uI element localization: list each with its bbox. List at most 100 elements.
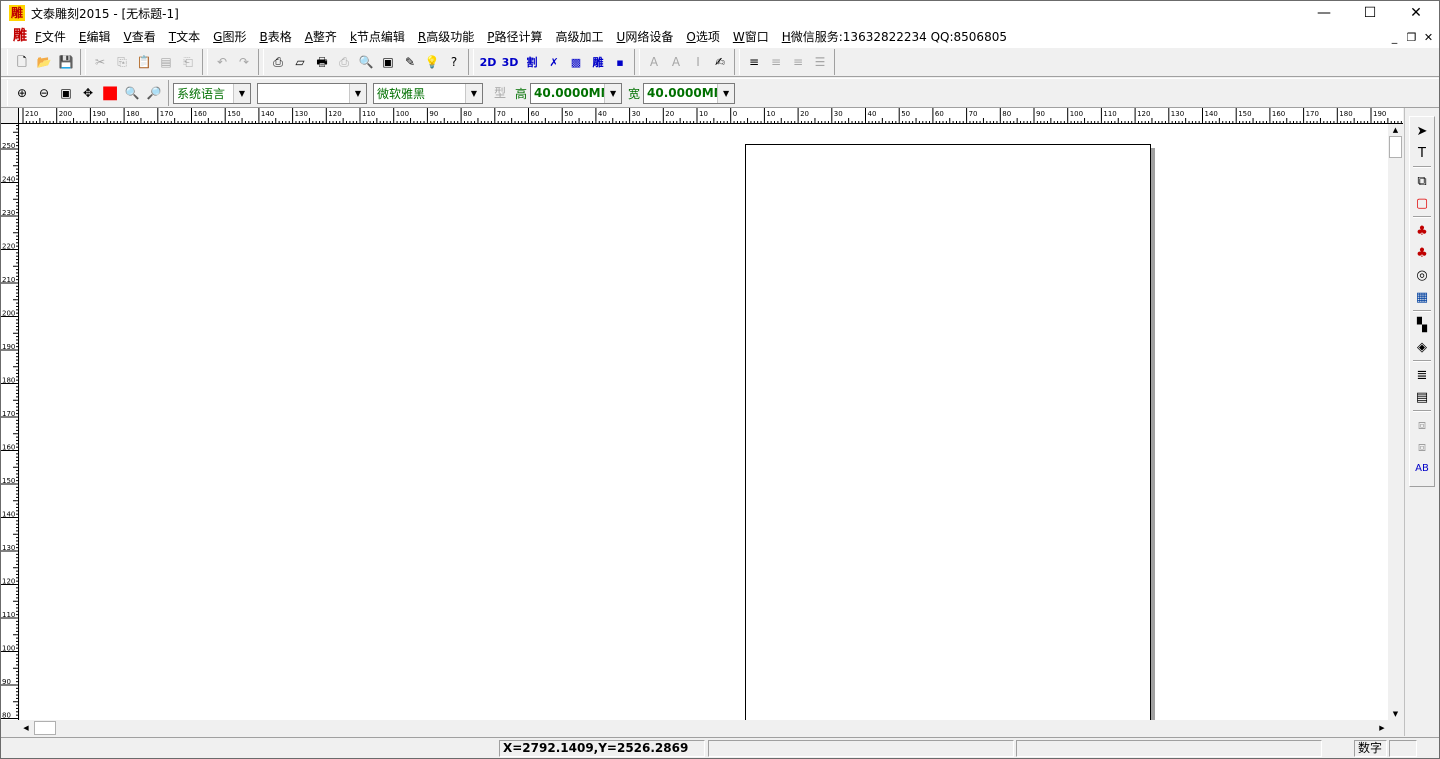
node-icon[interactable]: ✗: [543, 51, 565, 73]
font-select-1[interactable]: ▼: [257, 82, 367, 104]
print-icon[interactable]: 🖶: [311, 51, 333, 73]
design-page[interactable]: [745, 144, 1151, 720]
print-preview-icon[interactable]: 🔍: [355, 51, 377, 73]
redo-icon[interactable]: ↷: [233, 51, 255, 73]
zoom-select-icon[interactable]: 🔍: [121, 82, 143, 104]
menu-item-5[interactable]: B表格: [259, 28, 291, 45]
menu-item-3[interactable]: T文本: [169, 28, 200, 45]
scroll-left-icon[interactable]: ◀: [20, 720, 32, 736]
horizontal-scrollbar[interactable]: ◀ ▶: [20, 720, 1388, 736]
menu-item-14[interactable]: H微信服务:13632822234 QQ:8506805: [782, 28, 1007, 45]
menu-item-2[interactable]: V查看: [124, 28, 156, 45]
copy-icon[interactable]: ⎘: [111, 51, 133, 73]
clipboard-icon[interactable]: ⎗: [177, 51, 199, 73]
horizontal-ruler[interactable]: 210 200 190 180 170 160 150 140 130 120 110 100 90 80…: [19, 108, 1403, 124]
print-setup-icon[interactable]: ⎙: [333, 51, 355, 73]
height-input[interactable]: 40.0000MM ▼: [530, 82, 623, 104]
zoom-in-icon[interactable]: ⊕: [11, 82, 33, 104]
paste-icon[interactable]: 📋: [133, 51, 155, 73]
save-icon[interactable]: 💾: [55, 51, 77, 73]
ruler-label: 120: [2, 578, 15, 586]
ruler-label: 160: [194, 110, 207, 118]
scroll-up-icon[interactable]: ▲: [1388, 124, 1403, 136]
zoom-out-icon[interactable]: ⊖: [33, 82, 55, 104]
fill-color-icon[interactable]: ■: [99, 82, 121, 104]
import-icon[interactable]: ▱: [289, 51, 311, 73]
zoom-all-icon[interactable]: 🔎: [143, 82, 165, 104]
texture-icon[interactable]: ▩: [565, 51, 587, 73]
tip-icon[interactable]: 💡: [421, 51, 443, 73]
paragraph-icon[interactable]: ≣: [1410, 364, 1434, 386]
table-tool-icon[interactable]: ▦: [1410, 286, 1434, 308]
zoom-page-icon[interactable]: ▣: [55, 82, 77, 104]
rectangle-tool-icon[interactable]: ▢: [1410, 192, 1434, 214]
justify-icon[interactable]: ☰: [809, 51, 831, 73]
3d-icon[interactable]: 3D: [499, 51, 521, 73]
2d-icon[interactable]: 2D: [477, 51, 499, 73]
open-icon[interactable]: 📂: [33, 51, 55, 73]
scan-icon[interactable]: ⎙: [267, 51, 289, 73]
height-label: 高: [515, 86, 528, 101]
maximize-button[interactable]: ☐: [1347, 1, 1393, 25]
menu-item-4[interactable]: G图形: [213, 28, 246, 45]
mdi-close-button[interactable]: ✕: [1420, 29, 1437, 45]
drawing-canvas[interactable]: [20, 124, 1388, 720]
menu-item-8[interactable]: R高级功能: [418, 28, 474, 45]
cherry-tool-icon[interactable]: ♣: [1410, 242, 1434, 264]
menu-item-10[interactable]: 高级加工: [556, 28, 604, 45]
layer-up-icon[interactable]: ⧈: [1410, 414, 1434, 436]
width-input[interactable]: 40.0000MM ▼: [643, 82, 736, 104]
menu-item-13[interactable]: W窗口: [733, 28, 769, 45]
undo-icon[interactable]: ↶: [211, 51, 233, 73]
carve-icon[interactable]: 雕: [587, 51, 609, 73]
page-icon[interactable]: ▤: [1410, 386, 1434, 408]
fill-bucket-icon[interactable]: ◈: [1410, 336, 1434, 358]
align-left-icon[interactable]: ≡: [743, 51, 765, 73]
menu-item-0[interactable]: F文件: [35, 28, 66, 45]
scroll-down-icon[interactable]: ▼: [1388, 708, 1403, 720]
mdi-restore-button[interactable]: ❐: [1403, 29, 1420, 45]
menu-item-7[interactable]: k节点编辑: [350, 28, 405, 45]
cut-icon[interactable]: ✂: [89, 51, 111, 73]
text-fit-icon[interactable]: A: [643, 51, 665, 73]
scroll-right-icon[interactable]: ▶: [1376, 720, 1388, 736]
vertical-scroll-thumb[interactable]: [1389, 136, 1402, 158]
menu-item-9[interactable]: P路径计算: [487, 28, 542, 45]
italic-icon[interactable]: I: [687, 51, 709, 73]
menu-item-6[interactable]: A整齐: [305, 28, 337, 45]
paste-special-icon[interactable]: ▤: [155, 51, 177, 73]
new-icon[interactable]: 🗋: [11, 51, 33, 73]
minimize-button[interactable]: —: [1301, 1, 1347, 25]
text-a-icon[interactable]: A: [665, 51, 687, 73]
style-icon[interactable]: 型: [489, 82, 511, 104]
ellipse-tool-icon[interactable]: ◎: [1410, 264, 1434, 286]
drawing-tools-group: ➤ T ⧉ ▢ ♣ ♣ ◎ ▦ ▚ ◈ ≣ ▤ ⧈ ⧈ AB: [1409, 116, 1435, 487]
edit-text-icon[interactable]: ✍: [709, 51, 731, 73]
menu-item-12[interactable]: O选项: [686, 28, 719, 45]
menu-item-1[interactable]: E编辑: [79, 28, 111, 45]
shape-tool-icon[interactable]: ♣: [1410, 220, 1434, 242]
ab-text-icon[interactable]: AB: [1410, 458, 1434, 480]
frame-icon[interactable]: ▣: [377, 51, 399, 73]
frame-text-icon[interactable]: ⧉: [1410, 170, 1434, 192]
vertical-ruler[interactable]: 250 240 230 220 210 200 190 180 170 160 150 140 130 1…: [1, 124, 19, 720]
color-icon[interactable]: ▪: [609, 51, 631, 73]
mdi-minimize-button[interactable]: _: [1386, 29, 1403, 45]
pan-icon[interactable]: ✥: [77, 82, 99, 104]
cut-text-icon[interactable]: 割: [521, 51, 543, 73]
palette-icon[interactable]: ▚: [1410, 314, 1434, 336]
horizontal-scroll-thumb[interactable]: [34, 721, 56, 735]
text-tool-icon[interactable]: T: [1410, 142, 1434, 164]
menu-item-11[interactable]: U网络设备: [617, 28, 674, 45]
align-right-icon[interactable]: ≡: [787, 51, 809, 73]
help-icon[interactable]: ?: [443, 51, 465, 73]
align-center-icon[interactable]: ≡: [765, 51, 787, 73]
language-select[interactable]: 系统语言 ▼: [173, 82, 251, 104]
font-name-select[interactable]: 微软雅黑 ▼: [373, 82, 483, 104]
wand-icon[interactable]: ✎: [399, 51, 421, 73]
layer-down-icon[interactable]: ⧈: [1410, 436, 1434, 458]
vertical-scrollbar[interactable]: ▲ ▼: [1388, 124, 1403, 720]
select-arrow-icon[interactable]: ➤: [1410, 120, 1434, 142]
close-button[interactable]: ✕: [1393, 1, 1439, 25]
tool-separator: [1413, 360, 1431, 362]
